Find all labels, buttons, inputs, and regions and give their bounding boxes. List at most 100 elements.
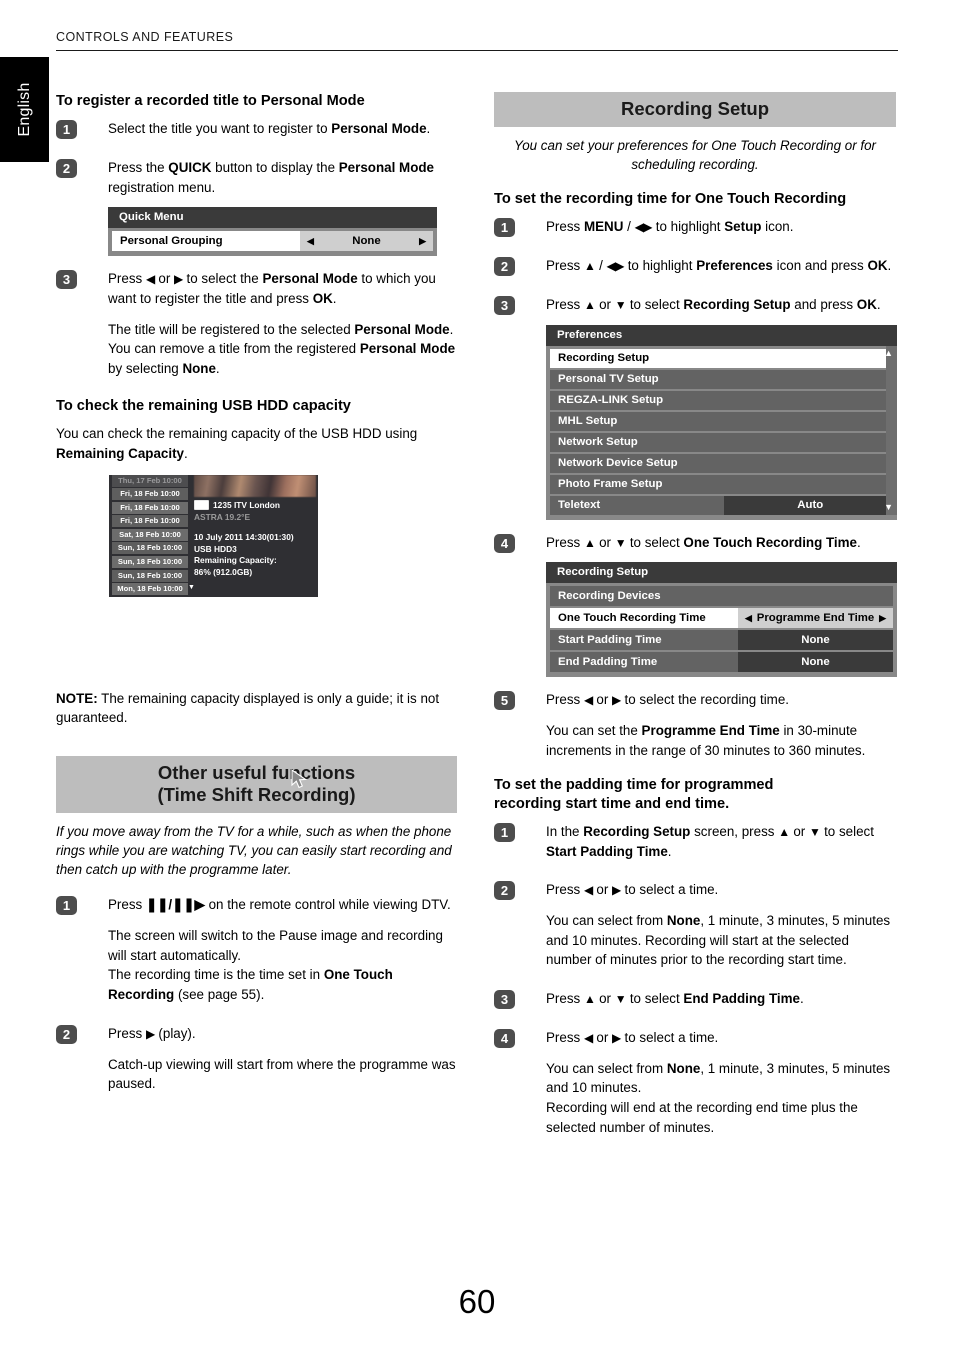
step-text-notes: You can select from None, 1 minute, 3 mi… bbox=[546, 912, 891, 968]
recording-setup-menu-title: Recording Setup bbox=[546, 562, 897, 584]
scroll-up-icon[interactable]: ▲ bbox=[884, 348, 893, 358]
preferences-row[interactable]: REGZA-LINK Setup bbox=[550, 390, 897, 410]
recording-setup-row[interactable]: Start Padding Time None bbox=[550, 630, 893, 651]
row-label: Recording Setup bbox=[558, 352, 650, 365]
step-text: Press ◀ or ▶ to select the recording tim… bbox=[546, 690, 896, 760]
epg-time-item[interactable]: Fri, 18 Feb 10:00 bbox=[112, 515, 188, 528]
quick-menu-title: Quick Menu bbox=[108, 207, 437, 229]
step-number-badge: 4 bbox=[494, 533, 515, 553]
step-text: In the Recording Setup screen, press ▲ o… bbox=[546, 823, 874, 859]
step-text-notes: The title will be registered to the sele… bbox=[108, 321, 456, 377]
recording-setup-row[interactable]: One Touch Recording Time ◀ Programme End T… bbox=[550, 608, 893, 629]
preferences-row[interactable]: Network Setup bbox=[550, 432, 897, 452]
row-label: Photo Frame Setup bbox=[558, 478, 663, 491]
preferences-row[interactable]: Network Device Setup bbox=[550, 453, 897, 473]
row-value: None bbox=[801, 656, 830, 669]
preferences-scrollbar[interactable] bbox=[886, 345, 897, 515]
step-number-badge: 1 bbox=[56, 120, 77, 140]
section-intro-text: If you move away from the TV for a while… bbox=[56, 824, 452, 878]
preferences-row[interactable]: Teletext Auto bbox=[550, 495, 897, 515]
epg-time-item[interactable]: Sun, 18 Feb 10:00 bbox=[112, 556, 188, 569]
step-text: Press ▲ or ▼ to select Recording Setup a… bbox=[546, 296, 881, 312]
step-text-notes: You can set the Programme End Time in 30… bbox=[546, 723, 866, 758]
epg-time-item[interactable]: Fri, 18 Feb 10:00 bbox=[112, 501, 188, 514]
step-text: Press ◀ or ▶ to select a time. You can s… bbox=[546, 880, 896, 970]
preferences-row[interactable]: Personal TV Setup bbox=[550, 369, 897, 389]
mouse-cursor-icon bbox=[291, 768, 308, 789]
step-text: Press ▶ (play). Catch-up viewing will st… bbox=[108, 1024, 457, 1094]
epg-time-item[interactable]: Sun, 18 Feb 10:00 bbox=[112, 569, 188, 582]
preferences-row[interactable]: Photo Frame Setup bbox=[550, 474, 897, 494]
scroll-down-icon[interactable]: ▼ bbox=[188, 584, 195, 591]
step-timeshift-1: 1 Press ❚❚/❚❚▶ on the remote control whi… bbox=[56, 895, 457, 1005]
epg-time-item[interactable]: Sat, 18 Feb 10:00 bbox=[112, 528, 188, 541]
row-value: None bbox=[801, 634, 830, 647]
preferences-menu-body: Recording Setup Personal TV Setup REGZA-LI… bbox=[546, 345, 897, 515]
step-ottime-1: 1 Press MENU / ◀▶ to highlight Setup ico… bbox=[494, 217, 896, 238]
section-header-other-functions: Other useful functions (Time Shift Recor… bbox=[56, 755, 457, 814]
arrow-left-icon[interactable]: ◀ bbox=[745, 613, 752, 623]
step-number-badge: 5 bbox=[494, 691, 515, 711]
note-text: NOTE: The remaining capacity displayed i… bbox=[56, 690, 440, 726]
row-label: Personal Grouping bbox=[112, 231, 300, 252]
row-label: Teletext bbox=[558, 499, 601, 512]
step-text-notes: The screen will switch to the Pause imag… bbox=[108, 928, 443, 1003]
step-text-main: Press ◀ or ▶ to select the Personal Mode… bbox=[108, 271, 436, 307]
language-tab: English bbox=[0, 57, 49, 162]
tv-channel-icon bbox=[194, 500, 209, 511]
step-ottime-5: 5 Press ◀ or ▶ to select the recording t… bbox=[494, 690, 896, 760]
step-timeshift-2: 2 Press ▶ (play). Catch-up viewing will … bbox=[56, 1024, 457, 1094]
header-divider bbox=[56, 50, 898, 51]
remaining-capacity-value: 86% (912.0GB) bbox=[194, 566, 253, 577]
arrow-left-icon[interactable]: ◀ bbox=[307, 236, 314, 246]
recording-setup-row[interactable]: End Padding Time None bbox=[550, 652, 893, 673]
capacity-intro-text: You can check the remaining capacity of … bbox=[56, 426, 418, 461]
section-header-recording-setup: Recording Setup bbox=[494, 92, 896, 128]
epg-time-item[interactable]: Thu, 17 Feb 10:00 bbox=[112, 474, 188, 487]
step-text-main: Press ◀ or ▶ to select a time. bbox=[546, 1029, 719, 1045]
quick-menu-body: Personal Grouping ◀ None ▶ bbox=[108, 228, 437, 252]
heading-padding-line2: recording start time and end time. bbox=[494, 795, 730, 812]
arrow-right-icon[interactable]: ▶ bbox=[419, 236, 426, 246]
satellite-name: ASTRA 19.2°E bbox=[194, 511, 251, 522]
heading-one-touch-recording-time: To set the recording time for One Touch … bbox=[494, 191, 847, 208]
section-title-line1: Other useful functions bbox=[157, 761, 356, 783]
channel-name: 1235 ITV London bbox=[213, 499, 281, 510]
section-title-line2: (Time Shift Recording) bbox=[157, 784, 356, 806]
step-number-badge: 1 bbox=[494, 218, 515, 238]
row-value-cell[interactable]: None bbox=[738, 630, 893, 651]
step-ottime-4: 4 Press ▲ or ▼ to select One Touch Recor… bbox=[494, 533, 896, 553]
step-text: Select the title you want to register to… bbox=[108, 121, 431, 137]
step-text: Press ❚❚/❚❚▶ on the remote control while… bbox=[108, 895, 457, 1005]
epg-time-item[interactable]: Sun, 18 Feb 10:00 bbox=[112, 542, 188, 555]
step-number-badge: 1 bbox=[494, 822, 515, 842]
quick-menu-row-personal-grouping[interactable]: Personal Grouping ◀ None ▶ bbox=[112, 231, 433, 252]
recording-setup-row[interactable]: Recording Devices bbox=[550, 586, 893, 607]
step-number-badge: 1 bbox=[56, 896, 77, 916]
row-value-cell[interactable]: ◀ None ▶ bbox=[300, 231, 433, 252]
step-number-badge: 2 bbox=[56, 158, 77, 178]
preferences-row[interactable]: Recording Setup bbox=[550, 348, 897, 368]
row-value-cell[interactable] bbox=[738, 586, 893, 607]
step-text: Press MENU / ◀▶ to highlight Setup icon. bbox=[546, 219, 794, 235]
row-value-cell[interactable]: None bbox=[738, 652, 893, 673]
recording-device-name: USB HDD3 bbox=[194, 543, 237, 554]
running-head: CONTROLS AND FEATURES bbox=[56, 30, 898, 51]
epg-time-item[interactable]: Mon, 18 Feb 10:00 bbox=[112, 583, 188, 596]
heading-padding-line1: To set the padding time for programmed bbox=[494, 777, 774, 794]
row-label: Network Device Setup bbox=[558, 457, 678, 470]
arrow-right-icon[interactable]: ▶ bbox=[879, 613, 886, 623]
epg-time-item[interactable]: Fri, 18 Feb 10:00 bbox=[112, 488, 188, 501]
row-value-cell[interactable]: ◀ Programme End Time ▶ bbox=[738, 608, 893, 629]
scroll-down-icon[interactable]: ▼ bbox=[884, 502, 893, 512]
row-label: Network Setup bbox=[558, 436, 638, 449]
recording-setup-menu-screenshot: Recording Setup Recording Devices One Tou… bbox=[546, 562, 897, 678]
channel-line: 1235 ITV London bbox=[194, 500, 315, 511]
step-text: Press ▲ or ▼ to select One Touch Recordi… bbox=[546, 534, 861, 550]
step-padding-4: 4 Press ◀ or ▶ to select a time. You can… bbox=[494, 1028, 896, 1138]
step-text: Press the QUICK button to display the Pe… bbox=[108, 159, 434, 195]
preferences-row[interactable]: MHL Setup bbox=[550, 411, 897, 431]
